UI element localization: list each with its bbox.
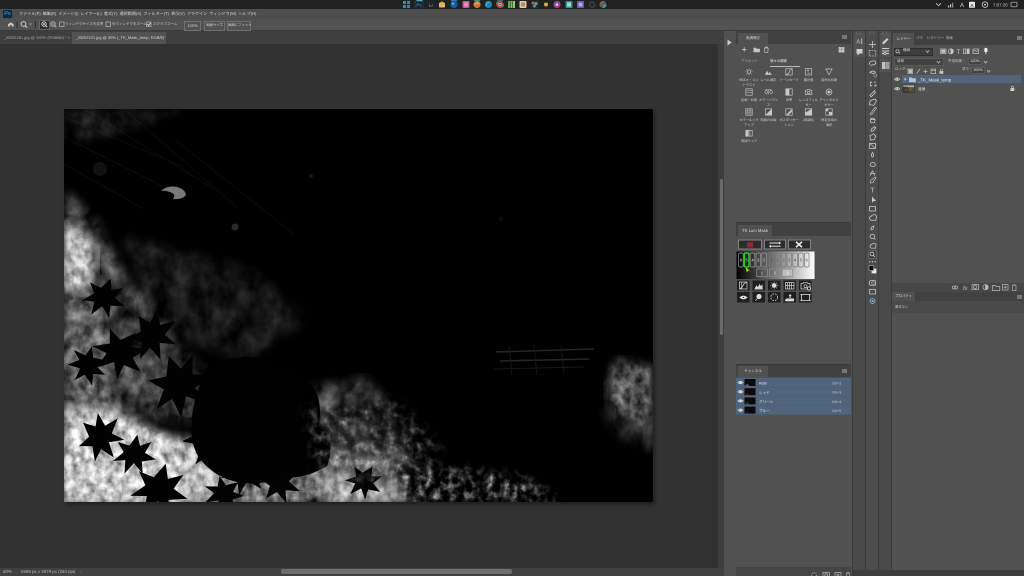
svg-text:2階調化: 2階調化: [803, 118, 815, 122]
svg-text:ポスタリゼー: ポスタリゼー: [779, 118, 798, 122]
svg-text:階調マップ: 階調マップ: [741, 139, 758, 143]
svg-text:背景: 背景: [918, 87, 926, 92]
svg-text:Ps: Ps: [416, 3, 422, 8]
svg-text:キサー: キサー: [824, 103, 834, 107]
svg-text:ス: ス: [767, 103, 770, 107]
svg-text:階調の反転: 階調の反転: [761, 118, 778, 122]
svg-text:トーンカーブ: トーンカーブ: [780, 78, 800, 82]
svg-text:A: A: [856, 39, 860, 46]
svg-text:グリーン: グリーン: [759, 399, 774, 404]
svg-text:_TK_Mask_temp: _TK_Mask_temp: [917, 77, 952, 82]
svg-text:チャンネルミ: チャンネルミ: [819, 98, 838, 102]
svg-text:RGB: RGB: [759, 381, 767, 385]
svg-text:ター: ター: [805, 103, 811, 107]
svg-text:A: A: [960, 2, 964, 9]
svg-text:選択: 選択: [826, 123, 833, 127]
svg-text:Lr: Lr: [429, 3, 433, 8]
svg-text:レベル補正: レベル補正: [761, 78, 778, 82]
svg-text:レッド: レッド: [759, 390, 770, 394]
svg-text:T: T: [957, 49, 961, 56]
svg-text:カラーバラン: カラーバラン: [759, 98, 778, 102]
svg-text:T: T: [870, 188, 875, 195]
svg-text:カラールック: カラールック: [739, 118, 758, 122]
svg-text:fx: fx: [963, 285, 969, 292]
svg-text:色相・彩度: 色相・彩度: [741, 98, 758, 102]
svg-text:Ctrl+4: Ctrl+4: [832, 399, 841, 403]
svg-text:露光量: 露光量: [804, 78, 814, 82]
svg-text:Ctrl+5: Ctrl+5: [832, 409, 841, 413]
svg-text:ブルー: ブルー: [759, 408, 770, 413]
svg-text:自然な彩度: 自然な彩度: [821, 78, 838, 82]
svg-text:Ctrl+3: Ctrl+3: [832, 390, 841, 394]
svg-text:トラスト: トラスト: [743, 83, 756, 87]
svg-text:7:07:26: 7:07:26: [993, 3, 1008, 8]
svg-text:レンズフィル: レンズフィル: [799, 98, 819, 102]
svg-text:白黒: 白黒: [786, 98, 793, 102]
svg-text:Ctrl+2: Ctrl+2: [832, 381, 841, 385]
svg-text:特定色域の: 特定色域の: [821, 118, 837, 122]
svg-text:アップ: アップ: [744, 123, 754, 127]
svg-text:明るさ・コン: 明るさ・コン: [739, 78, 758, 82]
svg-text:ション: ション: [784, 123, 794, 127]
